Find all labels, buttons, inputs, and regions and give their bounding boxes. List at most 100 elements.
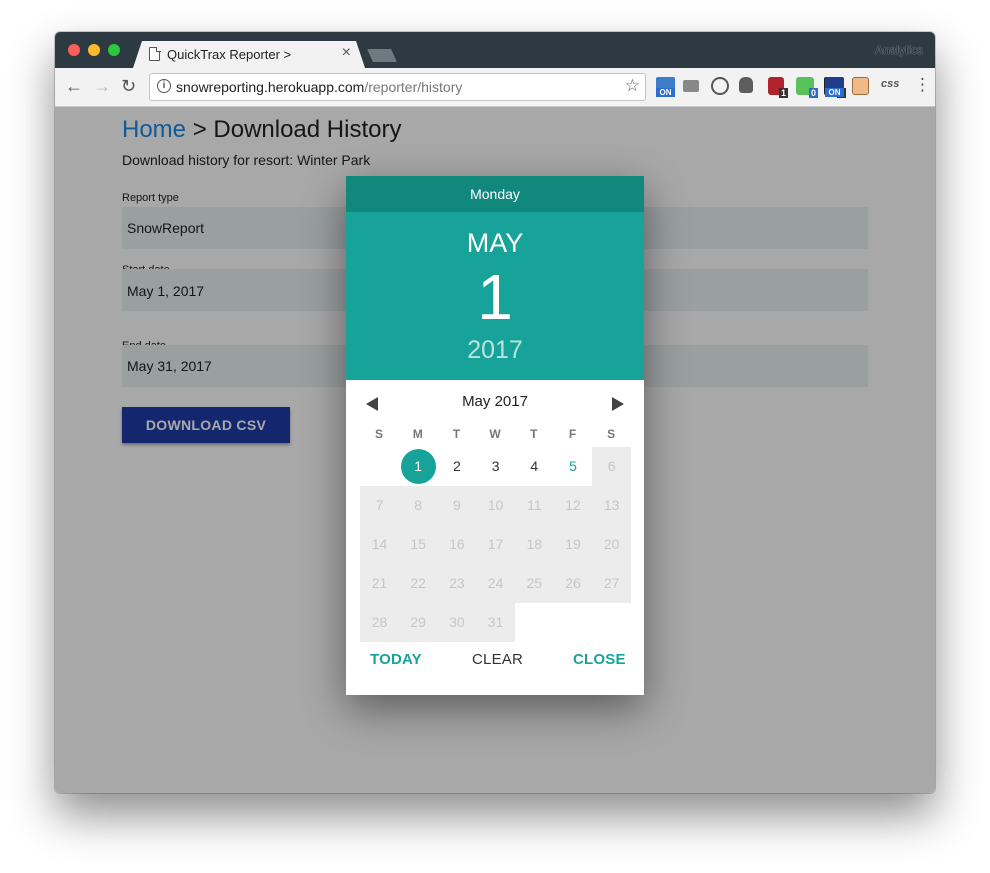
picker-day-name: Monday — [346, 176, 644, 212]
calendar-day-label: 24 — [487, 575, 504, 591]
camera-icon[interactable] — [683, 80, 699, 92]
on-badge: ON — [656, 88, 675, 97]
calendar-day-label: 27 — [603, 575, 620, 591]
weekday-label: W — [489, 427, 501, 441]
today-button[interactable]: TODAY — [370, 651, 422, 668]
calendar-day[interactable]: 3 — [476, 447, 515, 486]
url-path: /reporter/history — [364, 79, 463, 95]
calendar-day-label: 8 — [414, 497, 423, 513]
calendar-day-label: 17 — [487, 536, 504, 552]
calendar-day: 26 — [553, 564, 593, 603]
info-icon[interactable]: i — [157, 79, 171, 93]
1password-icon[interactable] — [711, 77, 729, 95]
calendar-day: 7 — [360, 486, 399, 525]
close-button[interactable]: CLOSE — [573, 651, 626, 668]
date-picker: Monday MAY 1 2017 May 2017 SMTWTFS 12345… — [346, 176, 644, 695]
new-tab-button[interactable] — [367, 49, 397, 62]
next-month-arrow-icon[interactable] — [612, 397, 624, 411]
calendar-day-label: 15 — [410, 536, 426, 552]
calendar-day: 12 — [553, 486, 593, 525]
picker-month-year: May 2017 — [462, 393, 528, 410]
calendar-day-label: 31 — [487, 614, 504, 630]
bookmark-star-icon[interactable]: ☆ — [625, 76, 640, 96]
calendar-day: 30 — [437, 603, 477, 642]
calendar-day: 11 — [514, 486, 554, 525]
weekday-label: T — [530, 427, 538, 441]
evernote-icon[interactable] — [739, 77, 753, 93]
calendar-day[interactable]: 5 — [554, 447, 593, 486]
calendar-day: 9 — [437, 486, 477, 525]
page-icon — [149, 47, 160, 61]
calendar-day: 24 — [476, 564, 516, 603]
tab-close-icon[interactable]: × — [342, 44, 351, 62]
calendar-day: 28 — [360, 603, 399, 642]
weekday-label: S — [607, 427, 616, 441]
maximize-window-button[interactable] — [108, 44, 120, 56]
calendar-day: 31 — [476, 603, 516, 642]
calendar-day-label: 21 — [371, 575, 388, 591]
calendar-day: 14 — [360, 525, 399, 564]
face-icon[interactable] — [852, 77, 869, 95]
calendar-day: 27 — [592, 564, 632, 603]
tab-strip: QuickTrax Reporter > × Analytics — [55, 32, 935, 68]
calendar-day: 25 — [514, 564, 554, 603]
calendar-day: 22 — [398, 564, 438, 603]
profile-name[interactable]: Analytics — [875, 43, 923, 57]
calendar-day-label: 29 — [410, 614, 426, 630]
calendar-day-label: 26 — [565, 575, 581, 591]
browser-toolbar: ← → ↻ i snowreporting.herokuapp.com/repo… — [55, 68, 935, 107]
reload-icon[interactable]: ↻ — [121, 76, 136, 96]
calendar-day-label: 5 — [569, 458, 577, 474]
ublock-icon[interactable]: 1 — [768, 77, 788, 98]
calendar-day: 20 — [592, 525, 632, 564]
close-window-button[interactable] — [68, 44, 80, 56]
calendar-day: 17 — [476, 525, 516, 564]
calendar-day: 19 — [553, 525, 593, 564]
on-icon[interactable]: ON — [656, 77, 675, 97]
calendar-day-label: 28 — [371, 614, 388, 630]
back-arrow-icon[interactable]: ← — [65, 76, 83, 96]
picker-year[interactable]: 2017 — [346, 336, 644, 365]
menu-dots-icon[interactable]: ⋮ — [914, 76, 931, 94]
picker-header: MAY 1 2017 — [346, 212, 644, 380]
calendar-day: 18 — [514, 525, 554, 564]
weekday-label: M — [412, 427, 423, 441]
ublock-badge: 1 — [778, 88, 788, 98]
calendar-day-label: 2 — [452, 458, 461, 474]
forward-arrow-icon[interactable]: → — [93, 76, 111, 96]
minimize-window-button[interactable] — [88, 44, 100, 56]
css-icon[interactable]: css — [881, 78, 899, 90]
on-badge-2: ON — [825, 88, 844, 97]
calendar-day-label: 13 — [603, 497, 620, 513]
weekday-label: T — [452, 427, 461, 441]
url-host: snowreporting.herokuapp.com — [176, 79, 365, 95]
calendar-day[interactable]: 2 — [437, 447, 476, 486]
page-content: Home > Download History Download history… — [55, 107, 935, 793]
calendar-day-label: 16 — [449, 536, 465, 552]
calendar-day-label: 30 — [449, 614, 465, 630]
calendar-day-label: 9 — [452, 497, 461, 513]
calendar-day-label: 23 — [449, 575, 465, 591]
browser-tab[interactable]: QuickTrax Reporter > × — [133, 41, 365, 68]
calendar-day: 10 — [476, 486, 516, 525]
tab-title: QuickTrax Reporter > — [167, 47, 292, 62]
weekday-label: F — [568, 427, 577, 441]
clear-button[interactable]: CLEAR — [472, 651, 523, 668]
url-text[interactable]: snowreporting.herokuapp.com/reporter/his… — [176, 79, 462, 95]
on-icon-2[interactable]: ON — [825, 77, 844, 97]
picker-month: MAY — [466, 228, 524, 258]
calendar-day: 15 — [398, 525, 438, 564]
calendar-day-label: 18 — [526, 536, 543, 552]
vue-devtools-icon[interactable]: 0 — [796, 77, 818, 98]
calendar-day-label: 3 — [491, 458, 500, 474]
calendar-day-label: 25 — [526, 575, 543, 591]
address-bar[interactable]: i snowreporting.herokuapp.com/reporter/h… — [149, 73, 646, 101]
calendar-day: 13 — [592, 486, 632, 525]
calendar-day[interactable]: 4 — [515, 447, 554, 486]
calendar-day[interactable]: 1 — [399, 447, 438, 486]
calendar-day-label: 14 — [371, 536, 388, 552]
calendar-day: 21 — [360, 564, 399, 603]
calendar-day-label: 19 — [565, 536, 581, 552]
browser-window: QuickTrax Reporter > × Analytics ← → ↻ i… — [55, 32, 935, 793]
calendar-day-label: 6 — [607, 458, 616, 474]
